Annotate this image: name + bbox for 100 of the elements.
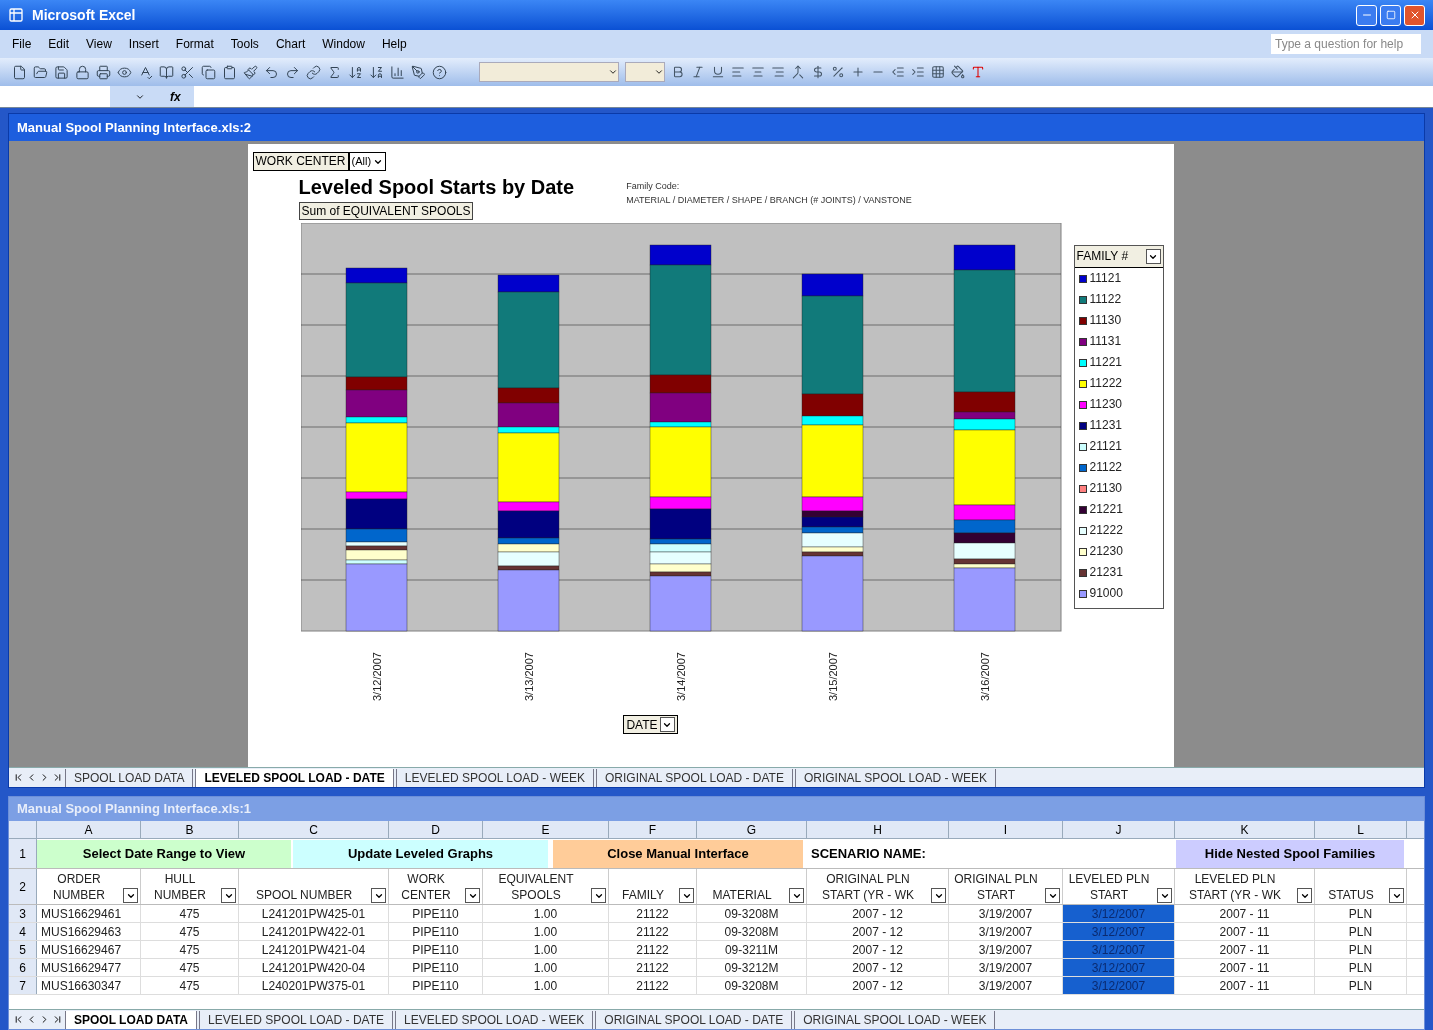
- outdent-icon[interactable]: [891, 65, 905, 79]
- merge-icon[interactable]: [791, 65, 805, 79]
- filter-dropdown[interactable]: [1389, 888, 1404, 903]
- menu-item[interactable]: Help: [381, 35, 407, 53]
- font-name-field[interactable]: [479, 62, 619, 82]
- column-header[interactable]: K: [1175, 821, 1315, 838]
- italic-icon[interactable]: [691, 65, 705, 79]
- filter-dropdown[interactable]: [123, 888, 138, 903]
- indent-icon[interactable]: [911, 65, 925, 79]
- column-header[interactable]: J: [1063, 821, 1175, 838]
- sort-ascending-icon[interactable]: [348, 64, 363, 80]
- page-field-dropdown[interactable]: (All): [348, 152, 387, 171]
- lock-icon[interactable]: [75, 64, 90, 80]
- column-header[interactable]: C: [239, 821, 389, 838]
- link-icon[interactable]: [306, 64, 321, 80]
- font-size-field[interactable]: [625, 62, 665, 82]
- row-header[interactable]: 2: [9, 869, 37, 904]
- sheet-tab[interactable]: ORIGINAL SPOOL LOAD - WEEK: [794, 1010, 996, 1029]
- column-header[interactable]: A: [37, 821, 141, 838]
- filter-dropdown[interactable]: [371, 888, 386, 903]
- sheet-tab[interactable]: LEVELED SPOOL LOAD - WEEK: [395, 1010, 594, 1029]
- sort-descending-icon[interactable]: [369, 64, 384, 80]
- row-header[interactable]: 6: [9, 959, 37, 976]
- printer-icon[interactable]: [96, 64, 111, 80]
- tab-scroll-icon[interactable]: [52, 1014, 63, 1025]
- filter-dropdown[interactable]: [1297, 888, 1312, 903]
- sheet-tab[interactable]: ORIGINAL SPOOL LOAD - DATE: [595, 1010, 793, 1029]
- menu-item[interactable]: Edit: [48, 35, 70, 53]
- legend-dropdown[interactable]: [1145, 249, 1161, 264]
- help-icon[interactable]: [432, 64, 447, 80]
- filter-dropdown[interactable]: [591, 888, 606, 903]
- percent-icon[interactable]: [831, 65, 845, 79]
- paste-icon[interactable]: [222, 64, 237, 80]
- fill-color-icon[interactable]: [951, 65, 965, 79]
- menu-item[interactable]: File: [12, 35, 32, 53]
- menu-item[interactable]: Window: [322, 35, 365, 53]
- restore-button[interactable]: [1380, 4, 1401, 26]
- menu-item[interactable]: Chart: [275, 35, 306, 53]
- tab-scroll-icon[interactable]: [52, 772, 63, 783]
- redo-icon[interactable]: [285, 64, 300, 80]
- new-file-icon[interactable]: [12, 64, 27, 80]
- column-header[interactable]: I: [949, 821, 1063, 838]
- column-header[interactable]: E: [483, 821, 609, 838]
- filter-dropdown[interactable]: [465, 888, 480, 903]
- column-header[interactable]: B: [141, 821, 239, 838]
- bold-icon[interactable]: [671, 65, 685, 79]
- menu-item[interactable]: Format: [175, 35, 214, 53]
- filter-dropdown[interactable]: [221, 888, 236, 903]
- menu-item[interactable]: Tools: [230, 35, 259, 53]
- update-graphs-button[interactable]: Update Leveled Graphs: [293, 839, 548, 868]
- filter-dropdown[interactable]: [931, 888, 946, 903]
- underline-icon[interactable]: [711, 65, 725, 79]
- column-header[interactable]: L: [1315, 821, 1407, 838]
- preview-icon[interactable]: [117, 64, 132, 80]
- sheet-tab[interactable]: ORIGINAL SPOOL LOAD - WEEK: [794, 768, 997, 787]
- sheet-tab[interactable]: SPOOL LOAD DATA: [65, 768, 194, 787]
- column-header[interactable]: G: [697, 821, 807, 838]
- tab-scroll-icon[interactable]: [13, 1014, 24, 1025]
- help-search-field[interactable]: Type a question for help: [1271, 34, 1421, 54]
- row-header[interactable]: 5: [9, 941, 37, 958]
- row-header[interactable]: 3: [9, 905, 37, 922]
- sheet-tab[interactable]: LEVELED SPOOL LOAD - WEEK: [395, 768, 594, 787]
- category-field-dropdown[interactable]: DATE: [623, 715, 678, 734]
- menu-item[interactable]: View: [86, 35, 112, 53]
- filter-dropdown[interactable]: [789, 888, 804, 903]
- close-interface-button[interactable]: Close Manual Interface: [553, 839, 803, 868]
- cut-icon[interactable]: [180, 64, 195, 80]
- filter-dropdown[interactable]: [679, 888, 694, 903]
- close-button[interactable]: [1404, 4, 1425, 26]
- column-header[interactable]: H: [807, 821, 949, 838]
- sheet-tab[interactable]: LEVELED SPOOL LOAD - DATE: [199, 1010, 394, 1029]
- minimize-button[interactable]: [1356, 4, 1377, 26]
- font-color-icon[interactable]: [971, 65, 985, 79]
- pen-icon[interactable]: [411, 64, 426, 80]
- column-header[interactable]: D: [389, 821, 483, 838]
- borders-icon[interactable]: [931, 65, 945, 79]
- sheet-tab[interactable]: ORIGINAL SPOOL LOAD - DATE: [596, 768, 793, 787]
- filter-dropdown[interactable]: [1157, 888, 1172, 903]
- chart-icon[interactable]: [390, 64, 405, 80]
- spelling-icon[interactable]: [138, 64, 153, 80]
- book-icon[interactable]: [159, 64, 174, 80]
- menu-item[interactable]: Insert: [128, 35, 159, 53]
- sheet-tab[interactable]: SPOOL LOAD DATA: [65, 1010, 197, 1029]
- copy-icon[interactable]: [201, 64, 216, 80]
- tab-scroll-icon[interactable]: [13, 772, 24, 783]
- sum-icon[interactable]: [327, 64, 342, 80]
- tab-scroll-icon[interactable]: [39, 1014, 50, 1025]
- select-date-range-button[interactable]: Select Date Range to View: [37, 839, 291, 868]
- row-header[interactable]: 4: [9, 923, 37, 940]
- filter-dropdown[interactable]: [1045, 888, 1060, 903]
- currency-icon[interactable]: [811, 65, 825, 79]
- folder-icon[interactable]: [33, 64, 48, 80]
- column-header[interactable]: F: [609, 821, 697, 838]
- save-icon[interactable]: [54, 64, 69, 80]
- sheet-tab[interactable]: LEVELED SPOOL LOAD - DATE: [195, 768, 394, 787]
- function-label[interactable]: fx: [170, 86, 194, 107]
- undo-icon[interactable]: [264, 64, 279, 80]
- row-header[interactable]: 7: [9, 977, 37, 994]
- brush-icon[interactable]: [243, 64, 258, 80]
- row-header[interactable]: 1: [9, 839, 37, 868]
